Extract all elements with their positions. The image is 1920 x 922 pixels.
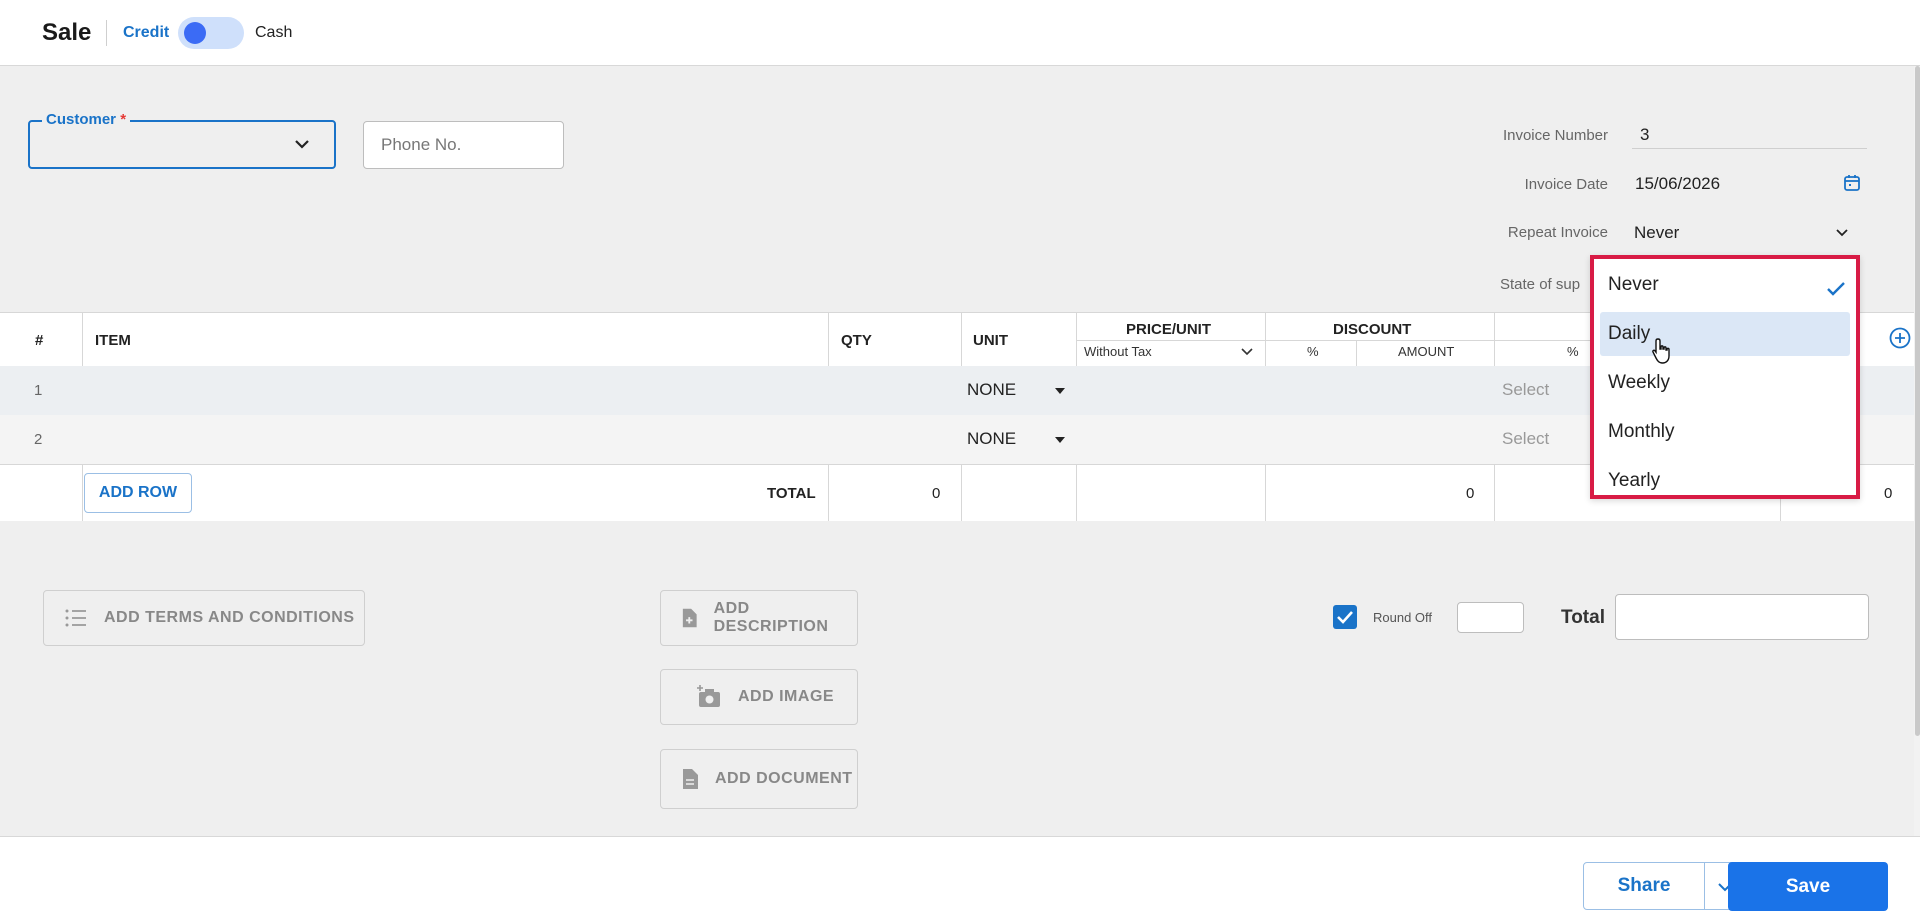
list-icon [65, 609, 86, 627]
unit-select[interactable]: NONE [967, 429, 1016, 449]
round-off-checkbox[interactable] [1333, 605, 1357, 629]
tax-select[interactable]: Select [1502, 429, 1549, 449]
price-tax-select[interactable]: Without Tax [1084, 344, 1152, 359]
round-off-label: Round Off [1373, 610, 1433, 625]
invoice-number-value[interactable]: 3 [1640, 125, 1649, 145]
total-discount: 0 [1466, 485, 1475, 502]
invoice-number-label: Invoice Number [1502, 127, 1608, 144]
title-divider [106, 20, 107, 46]
credit-cash-toggle[interactable] [178, 17, 244, 49]
add-document-button[interactable]: ADD DOCUMENT [660, 749, 858, 809]
repeat-option-label: Daily [1608, 323, 1651, 344]
repeat-option-never[interactable]: Never [1594, 263, 1856, 307]
caret-down-icon [1055, 437, 1065, 443]
cash-label[interactable]: Cash [255, 24, 292, 42]
calendar-icon[interactable] [1843, 174, 1861, 192]
col-header-number: # [35, 332, 44, 349]
add-image-button[interactable]: ADD IMAGE [660, 669, 858, 725]
customer-label: Customer * [42, 111, 131, 128]
repeat-invoice-label: Repeat Invoice [1507, 224, 1608, 241]
repeat-option-label: Monthly [1608, 421, 1675, 442]
col-header-item: ITEM [95, 332, 131, 349]
col-header-unit: UNIT [973, 332, 1008, 349]
invoice-date-label: Invoice Date [1524, 176, 1608, 193]
scrollbar-thumb[interactable] [1915, 66, 1920, 736]
invoice-number-underline [1632, 148, 1867, 149]
col-header-discount-amount: AMOUNT [1398, 344, 1455, 359]
customer-select[interactable]: Customer * [28, 111, 336, 169]
add-terms-button[interactable]: ADD TERMS AND CONDITIONS [43, 590, 365, 646]
chevron-down-icon [295, 140, 309, 149]
repeat-invoice-dropdown: Never Daily Weekly Monthly Yearly [1590, 255, 1860, 499]
credit-label[interactable]: Credit [123, 24, 169, 42]
tax-select[interactable]: Select [1502, 380, 1549, 400]
repeat-option-label: Yearly [1608, 470, 1661, 491]
header-bar: Sale Credit Cash [0, 0, 1920, 66]
file-add-icon [682, 608, 697, 628]
repeat-option-yearly[interactable]: Yearly [1594, 459, 1856, 503]
grand-total-label: Total [1561, 607, 1605, 628]
checkmark-icon [1337, 611, 1353, 624]
add-column-icon[interactable] [1889, 327, 1911, 349]
toggle-knob [184, 22, 206, 44]
repeat-option-weekly[interactable]: Weekly [1594, 361, 1856, 405]
total-amount: 0 [1884, 485, 1893, 502]
col-header-discount: DISCOUNT [1333, 321, 1412, 338]
col-header-price: PRICE/UNIT [1126, 321, 1212, 338]
share-button[interactable]: Share [1583, 862, 1705, 910]
header-sub-divider [1077, 340, 1602, 341]
add-row-button[interactable]: ADD ROW [84, 473, 192, 513]
chevron-down-icon [1241, 348, 1253, 356]
phone-input[interactable] [363, 121, 564, 169]
camera-add-icon [697, 685, 720, 707]
repeat-option-label: Weekly [1608, 372, 1670, 393]
chevron-down-icon [1836, 229, 1848, 237]
col-header-tax-percent: % [1567, 344, 1579, 359]
col-header-discount-percent: % [1307, 344, 1319, 359]
repeat-invoice-value: Never [1634, 223, 1680, 242]
page-title: Sale [42, 19, 92, 46]
caret-down-icon [1055, 388, 1065, 394]
save-button[interactable]: Save [1728, 862, 1888, 911]
add-terms-label: ADD TERMS AND CONDITIONS [104, 609, 355, 626]
repeat-option-label: Never [1608, 274, 1659, 295]
add-description-button[interactable]: ADD DESCRIPTION [660, 590, 858, 646]
add-document-label: ADD DOCUMENT [715, 770, 853, 787]
invoice-date-value[interactable]: 15/06/2026 [1635, 174, 1720, 194]
check-icon [1827, 282, 1845, 296]
grand-total-input[interactable] [1615, 594, 1869, 640]
document-icon [683, 769, 698, 789]
row-number: 2 [34, 431, 43, 448]
repeat-option-daily[interactable]: Daily [1600, 312, 1850, 356]
total-row-label: TOTAL [767, 485, 816, 502]
repeat-option-monthly[interactable]: Monthly [1594, 410, 1856, 454]
col-header-qty: QTY [841, 332, 872, 349]
unit-select[interactable]: NONE [967, 380, 1016, 400]
hand-cursor-icon [1652, 338, 1670, 364]
add-image-label: ADD IMAGE [738, 688, 835, 705]
total-qty: 0 [932, 485, 941, 502]
row-number: 1 [34, 382, 43, 399]
add-description-label: ADD DESCRIPTION [713, 600, 829, 635]
round-off-input[interactable] [1457, 602, 1524, 633]
